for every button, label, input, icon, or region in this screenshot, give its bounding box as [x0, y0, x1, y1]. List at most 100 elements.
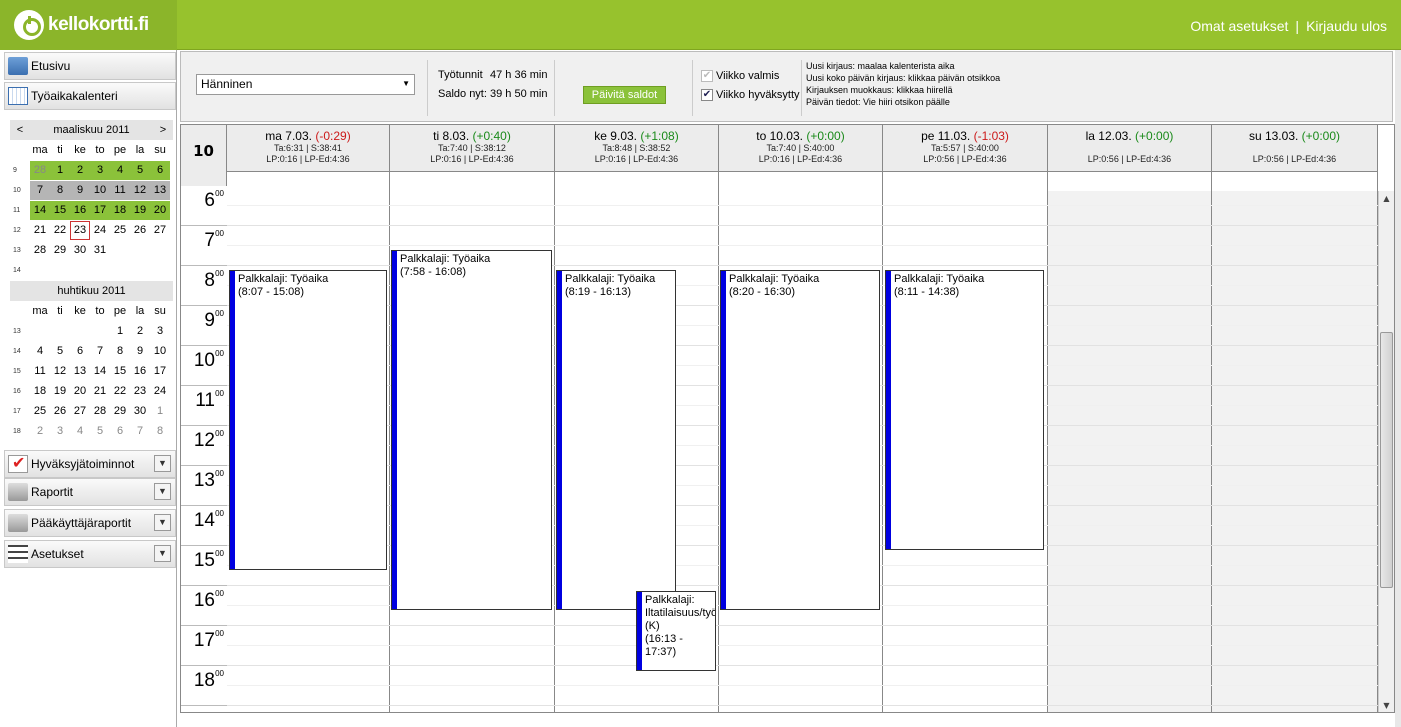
mini-calendar-day[interactable]: 8 — [50, 180, 70, 200]
chevron-down-icon[interactable]: ▼ — [154, 483, 171, 500]
mini-calendar-day[interactable]: 6 — [150, 160, 170, 180]
mini-calendar-day[interactable]: 5 — [90, 422, 110, 441]
mini-calendar-day[interactable]: 7 — [130, 422, 150, 441]
mini-calendar-day[interactable]: 14 — [30, 200, 50, 220]
week-number-label[interactable]: 13 — [10, 328, 30, 335]
mini-calendar-day[interactable]: 11 — [30, 362, 50, 381]
mini-calendar-day[interactable]: 20 — [150, 200, 170, 220]
mini-calendar-day[interactable]: 3 — [150, 322, 170, 341]
all-day-slot[interactable] — [227, 171, 389, 191]
week-number-label[interactable]: 17 — [10, 408, 30, 415]
mini-calendar-day[interactable]: 29 — [110, 402, 130, 421]
calendar-event[interactable]: Palkkalaji: Työaika (8:20 - 16:30) — [720, 270, 880, 610]
day-header[interactable]: ti 8.03. (+0:40) Ta:7:40 | S:38:12 LP:0:16… — [390, 125, 555, 191]
calendar-scrollbar[interactable]: ▲ ▼ — [1378, 191, 1394, 712]
mini-calendar-day[interactable]: 12 — [130, 180, 150, 200]
day-column[interactable] — [1048, 191, 1212, 712]
mini-calendar-day[interactable]: 22 — [110, 382, 130, 401]
mini-calendar-day[interactable]: 20 — [70, 382, 90, 401]
mini-calendar-day[interactable]: 21 — [90, 382, 110, 401]
chevron-down-icon[interactable]: ▼ — [154, 545, 171, 562]
mini-calendar-day[interactable]: 3 — [50, 422, 70, 441]
day-header[interactable]: pe 11.03. (-1:03) Ta:5:57 | S:40:00 LP:0:5… — [883, 125, 1048, 191]
mini-calendar-day[interactable]: 3 — [90, 160, 110, 180]
sidebar-item-admin-reports[interactable]: Pääkäyttäjäraportit ▼ — [4, 509, 176, 537]
mini-calendar-day[interactable]: 4 — [110, 160, 130, 180]
all-day-slot[interactable] — [719, 171, 882, 191]
mini-calendar-day[interactable]: 12 — [50, 362, 70, 381]
calendar-event[interactable]: Palkkalaji: Iltatilaisuus/työ (K) (16:13 … — [636, 591, 716, 671]
time-grid[interactable]: 6 00 7 00 8 00 9 00 10 00 11 00 12 00 13 00 14 00 15 00 16 00… — [181, 186, 1378, 712]
day-header[interactable]: su 13.03. (+0:00) LP:0:56 | LP-Ed:4:36 — [1212, 125, 1378, 191]
all-day-slot[interactable] — [883, 171, 1047, 191]
mini-calendar-day[interactable]: 7 — [90, 342, 110, 361]
mini-calendar-day[interactable]: 27 — [150, 221, 170, 240]
mini-calendar-day[interactable]: 16 — [130, 362, 150, 381]
settings-link[interactable]: Omat asetukset — [1190, 18, 1288, 34]
mini-calendar-day[interactable]: 30 — [70, 241, 90, 260]
day-header[interactable]: la 12.03. (+0:00) LP:0:56 | LP-Ed:4:36 — [1048, 125, 1212, 191]
week-number-label[interactable]: 9 — [10, 167, 30, 174]
sidebar-item-home[interactable]: Etusivu — [4, 52, 176, 80]
mini-calendar-day[interactable]: 2 — [130, 322, 150, 341]
mini-calendar-day[interactable]: 1 — [150, 402, 170, 421]
mini-calendar-day[interactable]: 13 — [70, 362, 90, 381]
mini-calendar-day[interactable]: 11 — [110, 180, 130, 200]
calendar-event[interactable]: Palkkalaji: Työaika (8:11 - 14:38) — [885, 270, 1044, 550]
mini-calendar-day[interactable]: 14 — [90, 362, 110, 381]
scroll-down-icon[interactable]: ▼ — [1379, 698, 1394, 712]
logo[interactable]: kellokortti.fi — [0, 0, 177, 50]
logout-link[interactable]: Kirjaudu ulos — [1306, 18, 1387, 34]
mini-calendar-day[interactable]: 21 — [30, 221, 50, 240]
mini-calendar-day[interactable]: 30 — [130, 402, 150, 421]
day-header[interactable]: ke 9.03. (+1:08) Ta:8:48 | S:38:52 LP:0:16… — [555, 125, 719, 191]
day-header[interactable]: ma 7.03. (-0:29) Ta:6:31 | S:38:41 LP:0:16… — [227, 125, 390, 191]
mini-calendar-day[interactable]: 9 — [130, 342, 150, 361]
mini-calendar-day[interactable]: 26 — [50, 402, 70, 421]
calendar-event[interactable]: Palkkalaji: Työaika (7:58 - 16:08) — [391, 250, 552, 610]
mini-calendar-day[interactable]: 6 — [110, 422, 130, 441]
week-number-label[interactable]: 10 — [10, 187, 30, 194]
mini-calendar-day[interactable]: 15 — [110, 362, 130, 381]
mini-calendar-day[interactable]: 25 — [110, 221, 130, 240]
mini-calendar-day[interactable]: 17 — [90, 200, 110, 220]
mini-calendar-day[interactable]: 1 — [50, 160, 70, 180]
mini-calendar-day[interactable]: 26 — [130, 221, 150, 240]
mini-calendar-day[interactable]: 8 — [150, 422, 170, 441]
mini-calendar-day[interactable]: 22 — [50, 221, 70, 240]
sidebar-item-calendar[interactable]: Työaikakalenteri — [4, 82, 176, 110]
chevron-down-icon[interactable]: ▼ — [154, 455, 171, 472]
mini-calendar-day[interactable]: 2 — [30, 422, 50, 441]
sidebar-item-reports[interactable]: Raportit ▼ — [4, 478, 176, 506]
day-column[interactable] — [1212, 191, 1378, 712]
update-balances-button[interactable]: Päivitä saldot — [583, 86, 666, 104]
mini-calendar-day[interactable]: 7 — [30, 180, 50, 200]
mini-calendar-day[interactable]: 27 — [70, 402, 90, 421]
employee-select[interactable]: Hänninen ▼ — [196, 74, 415, 95]
mini-calendar-day[interactable]: 2 — [70, 160, 90, 180]
mini-calendar-day[interactable]: 23 — [130, 382, 150, 401]
mini-calendar-day[interactable]: 28 — [30, 160, 50, 180]
week-number-label[interactable]: 16 — [10, 388, 30, 395]
week-number-label[interactable]: 14 — [10, 348, 30, 355]
calendar-event[interactable]: Palkkalaji: Työaika (8:07 - 15:08) — [229, 270, 387, 570]
mini-calendar-day[interactable]: 5 — [130, 160, 150, 180]
week-approved-checkbox[interactable]: ✔ Viikko hyväksytty — [701, 89, 800, 101]
chevron-down-icon[interactable]: ▼ — [154, 514, 171, 531]
mini-calendar-day[interactable]: 18 — [110, 200, 130, 220]
window-scrollbar[interactable] — [1395, 50, 1401, 727]
mini-calendar-day[interactable]: 4 — [30, 342, 50, 361]
scroll-up-icon[interactable]: ▲ — [1379, 191, 1394, 207]
sidebar-item-settings[interactable]: Asetukset ▼ — [4, 540, 176, 568]
week-done-checkbox[interactable]: ✔ Viikko valmis — [701, 70, 779, 82]
mini-calendar-day[interactable]: 19 — [50, 382, 70, 401]
mini-calendar-day[interactable]: 28 — [30, 241, 50, 260]
mini-calendar-day[interactable]: 28 — [90, 402, 110, 421]
mini-calendar-day[interactable]: 15 — [50, 200, 70, 220]
week-number-label[interactable]: 14 — [10, 267, 30, 274]
week-number-label[interactable]: 18 — [10, 428, 30, 435]
mini-calendar-day[interactable]: 19 — [130, 200, 150, 220]
mini-calendar-day[interactable]: 1 — [110, 322, 130, 341]
mini-calendar-day[interactable]: 4 — [70, 422, 90, 441]
mini-calendar-day[interactable]: 10 — [90, 180, 110, 200]
